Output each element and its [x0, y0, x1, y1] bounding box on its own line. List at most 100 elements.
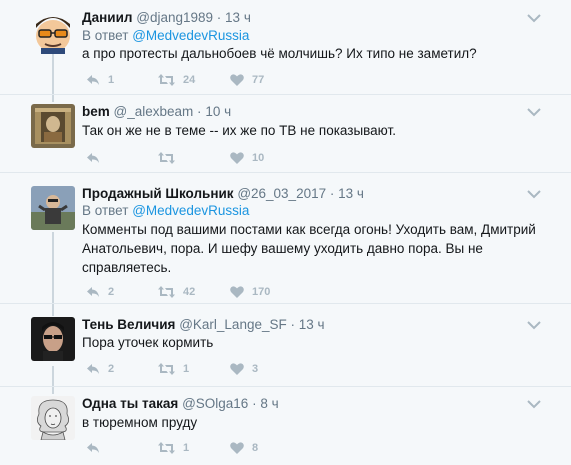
- retweet-icon: [158, 363, 175, 375]
- heart-icon: [230, 152, 244, 164]
- display-name[interactable]: Даниил: [82, 10, 132, 25]
- retweet-button[interactable]: 42: [158, 286, 195, 298]
- reply-count: 2: [108, 363, 115, 375]
- reply-button[interactable]: [86, 152, 108, 164]
- user-handle[interactable]: @SOlga16: [182, 396, 248, 411]
- tweet-header: Даниил @djang1989 · 13 ч: [82, 10, 251, 26]
- retweet-icon: [158, 74, 175, 86]
- tweet-text: Комменты под вашими постами как всегда о…: [82, 222, 536, 275]
- separator-dot: ·: [197, 104, 202, 119]
- reply-count: 1: [108, 74, 115, 86]
- reply-button[interactable]: 2: [86, 363, 114, 375]
- reply-icon: [87, 287, 99, 297]
- tweet-text: Так он же не в теме -- их же по ТВ не по…: [82, 123, 396, 138]
- tweet-divider: [0, 386, 571, 387]
- tweet[interactable]: Даниил @djang1989 · 13 ч В ответ @Medved…: [0, 10, 571, 94]
- timestamp[interactable]: 13 ч: [299, 317, 325, 332]
- separator-dot: ·: [290, 317, 296, 332]
- tweet[interactable]: bem @_alexbeam · 10 ч Так он же не в тем…: [0, 104, 571, 170]
- like-count: 8: [252, 442, 259, 454]
- separator-dot: ·: [252, 396, 257, 411]
- profile-image: [31, 104, 75, 148]
- tweet[interactable]: Одна ты такая @SOlga16 · 8 ч в тюремном …: [0, 396, 571, 462]
- retweet-icon: [158, 152, 175, 164]
- reply-prefix: В ответ: [82, 28, 129, 43]
- avatar[interactable]: [31, 186, 75, 230]
- profile-image: [31, 317, 75, 361]
- tweet-text: Пора уточек кормить: [82, 335, 214, 350]
- retweet-icon: [158, 442, 175, 454]
- retweet-button[interactable]: 24: [158, 74, 195, 86]
- avatar[interactable]: [31, 104, 75, 148]
- retweet-count: 24: [183, 74, 196, 86]
- tweet[interactable]: Тень Величия @Karl_Lange_SF · 13 ч Пора …: [0, 317, 571, 383]
- tweet-text: а про протесты дальнобоев чё молчишь? Их…: [82, 46, 477, 61]
- timestamp[interactable]: 13 ч: [225, 10, 251, 25]
- like-button[interactable]: 77: [230, 74, 264, 86]
- reply-context: В ответ @MedvedevRussia: [82, 203, 249, 219]
- tweet-header: Продажный Школьник @26_03_2017 · 13 ч: [82, 186, 364, 202]
- retweet-icon: [158, 286, 175, 298]
- chevron-down-icon[interactable]: [527, 320, 541, 330]
- tweet-header: Одна ты такая @SOlga16 · 8 ч: [82, 396, 279, 412]
- tweet-header: Тень Величия @Karl_Lange_SF · 13 ч: [82, 317, 325, 333]
- profile-image: [31, 186, 75, 230]
- avatar[interactable]: [31, 10, 75, 54]
- tweet-text: в тюремном пруду: [82, 415, 198, 430]
- reply-button[interactable]: 1: [86, 74, 114, 86]
- reply-button[interactable]: 2: [86, 286, 114, 298]
- user-handle[interactable]: @26_03_2017: [237, 186, 326, 201]
- retweet-count: 1: [183, 442, 190, 454]
- retweet-button[interactable]: 1: [158, 363, 189, 375]
- retweet-button[interactable]: [158, 152, 183, 164]
- tweet-header: bem @_alexbeam · 10 ч: [82, 104, 231, 120]
- display-name[interactable]: bem: [82, 104, 110, 119]
- like-button[interactable]: 8: [230, 442, 258, 454]
- mention-link[interactable]: @MedvedevRussia: [132, 28, 249, 43]
- user-handle[interactable]: @_alexbeam: [114, 104, 194, 119]
- reply-icon: [87, 153, 99, 163]
- tweet[interactable]: Продажный Школьник @26_03_2017 · 13 ч В …: [0, 186, 571, 300]
- like-button[interactable]: 3: [230, 363, 258, 375]
- heart-icon: [230, 363, 244, 375]
- retweet-count: 1: [183, 363, 190, 375]
- tweet-divider: [0, 94, 571, 95]
- timestamp[interactable]: 8 ч: [260, 396, 278, 411]
- display-name[interactable]: Тень Величия: [82, 317, 175, 332]
- like-count: 170: [252, 286, 271, 298]
- like-button[interactable]: 10: [230, 152, 264, 164]
- timestamp[interactable]: 13 ч: [338, 186, 364, 201]
- chevron-down-icon[interactable]: [527, 189, 541, 199]
- reply-icon: [87, 75, 99, 85]
- heart-icon: [230, 74, 244, 86]
- heart-icon: [230, 442, 244, 454]
- like-button[interactable]: 170: [230, 286, 270, 298]
- reply-context: В ответ @MedvedevRussia: [82, 28, 249, 44]
- reply-count: 2: [108, 286, 115, 298]
- chevron-down-icon[interactable]: [527, 13, 541, 23]
- user-handle[interactable]: @djang1989: [136, 10, 213, 25]
- separator-dot: ·: [216, 10, 222, 25]
- like-count: 3: [252, 363, 259, 375]
- mention-link[interactable]: @MedvedevRussia: [132, 203, 249, 218]
- chevron-down-icon[interactable]: [527, 107, 541, 117]
- cartoon-avatar-image: [31, 10, 75, 54]
- like-count: 10: [252, 152, 265, 164]
- display-name[interactable]: Одна ты такая: [82, 396, 178, 411]
- profile-image: [31, 396, 75, 440]
- retweet-button[interactable]: 1: [158, 442, 189, 454]
- avatar[interactable]: [31, 396, 75, 440]
- user-handle[interactable]: @Karl_Lange_SF: [179, 317, 287, 332]
- reply-button[interactable]: [86, 442, 108, 454]
- avatar[interactable]: [31, 317, 75, 361]
- chevron-down-icon[interactable]: [527, 399, 541, 409]
- tweet-divider: [0, 303, 571, 304]
- timestamp[interactable]: 10 ч: [205, 104, 231, 119]
- retweet-count: 42: [183, 286, 196, 298]
- separator-dot: ·: [329, 186, 335, 201]
- reply-prefix: В ответ: [82, 203, 129, 218]
- reply-icon: [87, 364, 99, 374]
- reply-icon: [87, 443, 99, 453]
- display-name[interactable]: Продажный Школьник: [82, 186, 234, 201]
- like-count: 77: [252, 74, 265, 86]
